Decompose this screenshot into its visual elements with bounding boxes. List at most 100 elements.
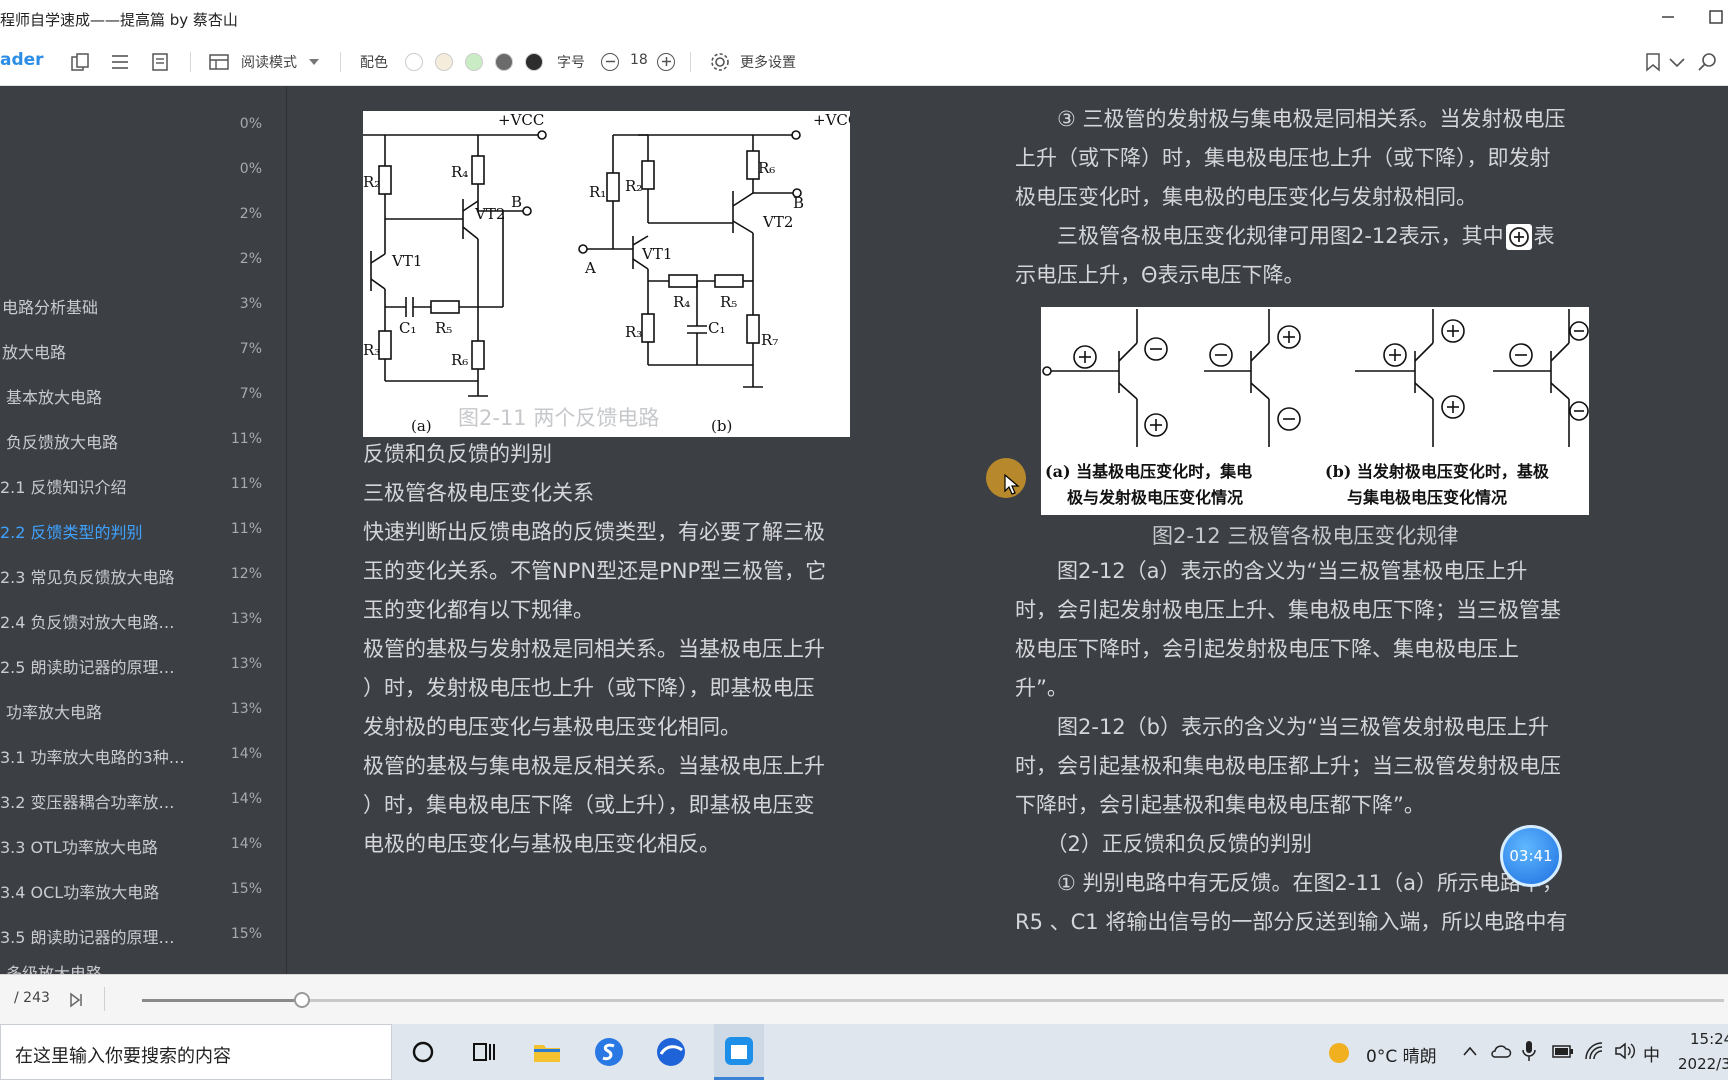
reader-toolbar: ader 阅读模式 配色 字号 18 更多设置 xyxy=(0,38,1728,86)
color-swatch-cream[interactable] xyxy=(435,53,453,71)
toolbar-divider xyxy=(690,52,691,72)
left-paragraph: ）时，集电极电压下降（或上升），即基极电压变 xyxy=(363,793,815,817)
svg-text:R₃: R₃ xyxy=(625,323,642,341)
slider-thumb[interactable] xyxy=(293,992,310,1008)
ime-indicator[interactable]: 中 xyxy=(1643,1041,1660,1066)
reader-taskbar-item[interactable] xyxy=(714,1024,764,1080)
left-paragraph: 电极的电压变化与基极电压变化相反。 xyxy=(363,832,720,856)
wifi-icon[interactable] xyxy=(1584,1041,1606,1061)
toc-item[interactable]: 多级放大电路 xyxy=(0,960,280,974)
toc-item[interactable]: 0% xyxy=(0,150,280,190)
toc-item[interactable]: 3.1 功率放大电路的3种… 14% xyxy=(0,735,280,775)
minimize-button[interactable] xyxy=(1648,6,1688,32)
figure-b-caption-line2: 与集电极电压变化情况 xyxy=(1347,488,1507,507)
timer-badge[interactable]: 03:41 xyxy=(1500,825,1562,887)
right-paragraph: R5 、C1 将输出信号的一部分反送到输入端，所以电路中有 xyxy=(1015,910,1568,934)
table-of-contents: 0% 0% 2% 2% 电路分析基础 3% 放大电路 7% 基本放大电路 7% 负反馈… xyxy=(0,86,287,974)
right-paragraph-text: 三极管各极电压变化规律可用图2-12表示，其中 xyxy=(1015,224,1504,248)
svg-text:R₅: R₅ xyxy=(720,293,737,311)
taskbar-search-input[interactable]: 在这里输入你要搜索的内容 xyxy=(0,1024,392,1080)
toc-item[interactable]: 0% xyxy=(0,105,280,145)
last-page-icon[interactable] xyxy=(68,992,84,1008)
toc-item[interactable]: 基本放大电路 7% xyxy=(0,375,280,415)
title-bar: 程师自学速成——提高篇 by 蔡杏山 xyxy=(0,0,1728,38)
font-decrease-button[interactable] xyxy=(601,53,619,71)
sogou-input-icon[interactable] xyxy=(593,1036,625,1068)
vcc-label-b: +VCC xyxy=(813,111,850,129)
minus-icon xyxy=(605,60,615,63)
toc-item[interactable]: 功率放大电路 13% xyxy=(0,690,280,730)
clock-date[interactable]: 2022/3 xyxy=(1678,1055,1728,1073)
right-paragraph: 三极管各极电压变化规律可用图2-12表示，其中 表 xyxy=(1015,217,1555,256)
toc-item-active[interactable]: 2.2 反馈类型的判别 11% xyxy=(0,510,280,550)
list-icon[interactable] xyxy=(109,51,131,73)
font-size-value: 18 xyxy=(630,52,648,68)
browser-icon[interactable] xyxy=(655,1036,687,1068)
gear-icon[interactable] xyxy=(709,51,731,73)
right-paragraph-text: 表 xyxy=(1533,224,1555,248)
toc-item[interactable]: 负反馈放大电路 11% xyxy=(0,420,280,460)
copy-pages-icon[interactable] xyxy=(69,51,91,73)
more-settings-button[interactable]: 更多设置 xyxy=(740,52,796,72)
window-title: 程师自学速成——提高篇 by 蔡杏山 xyxy=(0,11,238,29)
node-b-label-a: B xyxy=(511,193,522,211)
color-swatch-white[interactable] xyxy=(405,53,423,71)
left-paragraph: 三极管各极电压变化关系 xyxy=(363,481,594,505)
color-swatch-gray[interactable] xyxy=(495,53,513,71)
toc-item[interactable]: 2.4 负反馈对放大电路… 13% xyxy=(0,600,280,640)
figure-b-caption-line1: (b) 当发射极电压变化时，基极 xyxy=(1325,462,1550,481)
font-size-label: 字号 xyxy=(557,55,585,71)
file-explorer-icon[interactable] xyxy=(531,1036,563,1068)
toc-item[interactable]: 3.5 朗读助记器的原理… 15% xyxy=(0,915,280,955)
microphone-icon[interactable] xyxy=(1522,1040,1536,1062)
cortana-icon[interactable] xyxy=(407,1036,439,1068)
clock-time[interactable]: 15:24 xyxy=(1690,1030,1728,1048)
cloud-icon[interactable] xyxy=(1490,1041,1512,1061)
toc-item[interactable]: 放大电路 7% xyxy=(0,330,280,370)
vt1-label-a: VT1 xyxy=(391,252,422,270)
font-increase-button[interactable] xyxy=(657,53,675,71)
right-paragraph: 时，会引起发射极电压上升、集电极电压下降；当三极管基 xyxy=(1015,598,1561,622)
toc-item[interactable]: 3.3 OTL功率放大电路 14% xyxy=(0,825,280,865)
toolbar-divider xyxy=(340,52,341,72)
color-swatch-green[interactable] xyxy=(465,53,483,71)
toc-item[interactable]: 3.4 OCL功率放大电路 15% xyxy=(0,870,280,910)
toc-item[interactable]: 3.2 变压器耦合功率放… 14% xyxy=(0,780,280,820)
chevron-down-icon[interactable] xyxy=(1666,51,1688,73)
vcc-label-a: +VCC xyxy=(498,111,544,129)
volume-icon[interactable] xyxy=(1614,1041,1636,1061)
page-progress-slider[interactable] xyxy=(142,992,1724,1008)
toc-item[interactable]: 2.1 反馈知识介绍 11% xyxy=(0,465,280,505)
feedback-circuit-diagram: +VCC +VCC VT1 VT2 VT1 VT2 B B A (a) (b) … xyxy=(363,111,859,435)
chevron-down-icon[interactable] xyxy=(308,56,320,68)
toc-item[interactable]: 2% xyxy=(0,240,280,280)
right-paragraph: 极电压变化时，集电极的电压变化与发射极相同。 xyxy=(1015,185,1477,209)
weather-sun-icon xyxy=(1329,1043,1349,1063)
plus-circle-icon xyxy=(1505,224,1532,250)
battery-icon[interactable] xyxy=(1552,1042,1574,1060)
chevron-up-icon[interactable] xyxy=(1462,1044,1478,1058)
figure-a-caption-line2: 极与发射极电压变化情况 xyxy=(1067,488,1243,507)
figure-2-12-caption: 图2-12 三极管各极电压变化规律 xyxy=(1152,524,1459,548)
figure-2-11-caption: 图2-11 两个反馈电路 xyxy=(458,406,660,430)
maximize-icon xyxy=(1709,10,1723,24)
toc-item[interactable]: 2.3 常见负反馈放大电路 12% xyxy=(0,555,280,595)
svg-text:R₄: R₄ xyxy=(673,293,690,311)
right-paragraph: 时，会引起基极和集电极电压都上升；当三极管发射极电压 xyxy=(1015,754,1561,778)
toc-item[interactable]: 电路分析基础 3% xyxy=(0,285,280,325)
bookmark-icon[interactable] xyxy=(1642,51,1664,73)
left-paragraph: 极管的基极与发射极是同相关系。当基极电压上升 xyxy=(363,637,825,661)
task-view-icon[interactable] xyxy=(468,1036,500,1068)
mouse-pointer-icon xyxy=(1004,474,1020,495)
reading-mode-dropdown[interactable]: 阅读模式 xyxy=(241,52,297,72)
weather-text[interactable]: 0°C 晴朗 xyxy=(1366,1042,1437,1067)
right-paragraph: 极电压下降时，会引起发射极电压下降、集电极电压上 xyxy=(1015,637,1519,661)
figure-b-label: (b) xyxy=(711,417,732,435)
reading-mode-icon[interactable] xyxy=(208,51,230,73)
toc-item[interactable]: 2.5 朗读助记器的原理… 13% xyxy=(0,645,280,685)
notes-icon[interactable] xyxy=(149,51,171,73)
toc-item[interactable]: 2% xyxy=(0,195,280,235)
search-icon[interactable] xyxy=(1696,51,1718,73)
color-swatch-dark[interactable] xyxy=(525,53,543,71)
maximize-button[interactable] xyxy=(1696,6,1728,32)
